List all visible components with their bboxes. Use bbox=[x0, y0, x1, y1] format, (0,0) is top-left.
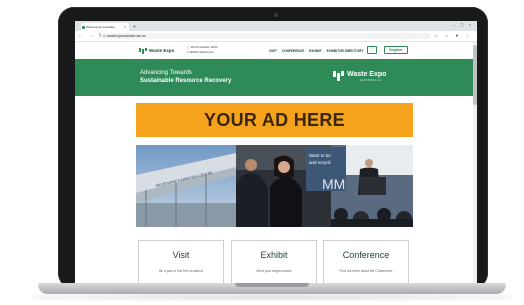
event-photo-image: MELBOURNE EXHIBITION CENTRE Want to bri … bbox=[136, 145, 413, 227]
event-venue: MCEC Melbourne bbox=[189, 50, 214, 54]
screen-text-3: MM bbox=[322, 176, 345, 192]
laptop-notch bbox=[235, 283, 309, 287]
tab-title: Waste Expo Australia bbox=[86, 25, 115, 29]
card-visit[interactable]: Visit Be a part of this free-to-attend bbox=[138, 240, 224, 283]
browser-tab-bar: Waste Expo Australia × + – ▢ × bbox=[75, 21, 477, 31]
address-bar-row: ← → ↻ ⊙ wasteexpoaustralia.com.au ☆ ⌂ ● … bbox=[75, 31, 477, 42]
site-info-icon[interactable]: ⊙ bbox=[103, 33, 106, 39]
hero-logo-sub: AUSTRALIA bbox=[360, 79, 382, 82]
hero-logo: Waste Expo bbox=[347, 71, 387, 78]
waste-expo-logo-icon[interactable] bbox=[139, 48, 147, 54]
laptop-screen: Waste Expo Australia × + – ▢ × ← → ↻ ⊙ w… bbox=[75, 21, 477, 283]
event-photo: MELBOURNE EXHIBITION CENTRE Want to bri … bbox=[136, 145, 413, 227]
card-exhibit[interactable]: Exhibit Meet your target market bbox=[231, 240, 317, 283]
nav-conference[interactable]: CONFERENCE bbox=[282, 49, 304, 53]
hero-tagline-2: Sustainable Resource Recovery bbox=[140, 78, 232, 84]
url-text: wasteexpoaustralia.com.au bbox=[107, 34, 146, 38]
site-logo[interactable]: Waste Expo bbox=[149, 47, 174, 55]
nav-visit[interactable]: VISIT bbox=[269, 49, 277, 53]
screen-text-1: Want to bri bbox=[309, 153, 331, 158]
ad-banner[interactable]: YOUR AD HERE bbox=[136, 103, 413, 137]
card-conference[interactable]: Conference Find out more about the Confe… bbox=[323, 240, 409, 283]
screen-text-2: and recycli bbox=[309, 160, 331, 165]
main-nav: VISIT CONFERENCE EXHIBIT EXHIBITOR DIREC… bbox=[269, 48, 367, 54]
heart-icon: ♡ bbox=[369, 47, 375, 53]
nav-exhibit[interactable]: EXHIBIT bbox=[309, 49, 322, 53]
card-conference-title: Conference bbox=[342, 250, 390, 260]
card-visit-sub: Be a part of this free-to-attend bbox=[159, 269, 203, 273]
url-field[interactable]: ⊙ wasteexpoaustralia.com.au bbox=[101, 33, 431, 39]
hero-banner: Advancing Towards Sustainable Resource R… bbox=[75, 59, 477, 96]
camera-icon bbox=[274, 13, 278, 17]
tab-close-icon[interactable]: × bbox=[124, 23, 126, 31]
hero-logo-icon bbox=[333, 71, 344, 81]
new-tab-button[interactable]: + bbox=[133, 23, 136, 31]
card-conference-sub: Find out more about the Conference bbox=[339, 269, 393, 273]
nav-exhibitor-directory[interactable]: EXHIBITOR DIRECTORY bbox=[327, 49, 364, 53]
favourites-button[interactable]: ♡ bbox=[367, 46, 377, 54]
browser-toolbar-icons[interactable]: ☆ ⌂ ● ⋮ bbox=[434, 32, 473, 40]
card-visit-title: Visit bbox=[172, 250, 190, 260]
main-content: YOUR AD HERE MELBOURNE EXHIBITION CENTRE bbox=[75, 96, 477, 283]
event-date: 22-23 October 2024 bbox=[190, 45, 218, 49]
calendar-icon: ▢ bbox=[187, 45, 190, 49]
favicon-icon bbox=[82, 25, 85, 29]
browser-tab[interactable]: Waste Expo Australia bbox=[81, 23, 129, 31]
card-exhibit-title: Exhibit bbox=[260, 250, 288, 260]
scrollbar-thumb[interactable] bbox=[473, 45, 477, 105]
site-header: Waste Expo ▢22-23 October 2024 ●MCEC Mel… bbox=[75, 42, 477, 59]
hero-tagline-1: Advancing Towards bbox=[140, 70, 192, 76]
pin-icon: ● bbox=[187, 50, 189, 54]
card-exhibit-sub: Meet your target market bbox=[256, 269, 292, 273]
window-controls[interactable]: – ▢ × bbox=[452, 22, 473, 27]
event-info: ▢22-23 October 2024 ●MCEC Melbourne bbox=[187, 45, 218, 55]
laptop-shadow bbox=[32, 293, 512, 301]
register-button[interactable]: Register bbox=[384, 46, 408, 54]
